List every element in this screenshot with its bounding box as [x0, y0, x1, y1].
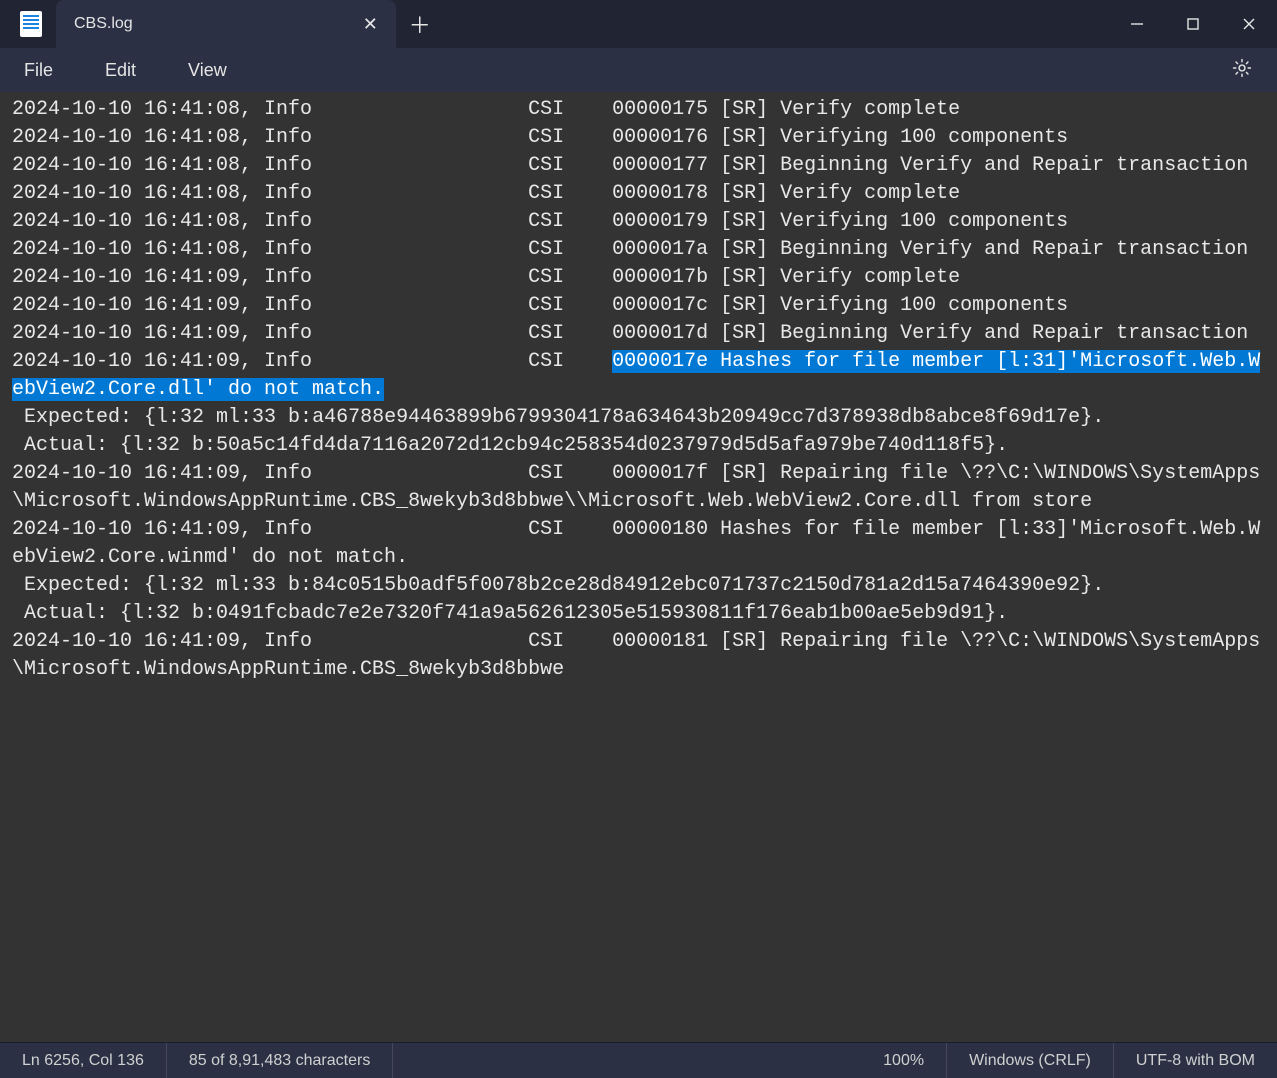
log-line: 2024-10-10 16:41:09, Info CSI 0000017c […	[12, 292, 1265, 320]
plus-icon: ＋	[409, 8, 431, 40]
log-line: Actual: {l:32 b:50a5c14fd4da7116a2072d12…	[12, 432, 1265, 460]
log-line: Actual: {l:32 b:0491fcbadc7e2e7320f741a9…	[12, 600, 1265, 628]
maximize-icon	[1186, 17, 1200, 31]
status-encoding[interactable]: UTF-8 with BOM	[1114, 1043, 1277, 1078]
gear-icon	[1231, 57, 1253, 79]
log-line-highlighted: 2024-10-10 16:41:09, Info CSI 0000017e H…	[12, 348, 1265, 404]
window-minimize-button[interactable]	[1109, 0, 1165, 48]
status-line-endings[interactable]: Windows (CRLF)	[947, 1043, 1114, 1078]
text-editor[interactable]: 2024-10-10 16:41:08, Info CSI 00000175 […	[0, 92, 1277, 1042]
minimize-icon	[1130, 17, 1144, 31]
log-line: Expected: {l:32 ml:33 b:a46788e94463899b…	[12, 404, 1265, 432]
notepad-window: CBS.log ✕ ＋ File Edit View 2024-10-10 1	[0, 0, 1277, 1078]
menu-view[interactable]: View	[172, 54, 243, 87]
notepad-app-icon	[20, 11, 42, 37]
menu-file[interactable]: File	[8, 54, 69, 87]
log-line: 2024-10-10 16:41:09, Info CSI 0000017f […	[12, 460, 1265, 516]
log-line: Expected: {l:32 ml:33 b:84c0515b0adf5f00…	[12, 572, 1265, 600]
status-zoom[interactable]: 100%	[861, 1043, 947, 1078]
tab-title: CBS.log	[74, 15, 133, 33]
menu-edit[interactable]: Edit	[89, 54, 152, 87]
log-line: 2024-10-10 16:41:08, Info CSI 00000175 […	[12, 96, 1265, 124]
window-maximize-button[interactable]	[1165, 0, 1221, 48]
settings-button[interactable]	[1225, 51, 1259, 90]
new-tab-button[interactable]: ＋	[396, 0, 444, 48]
log-text: 2024-10-10 16:41:09, Info CSI	[12, 350, 612, 373]
log-line: 2024-10-10 16:41:09, Info CSI 00000180 H…	[12, 516, 1265, 572]
status-char-count[interactable]: 85 of 8,91,483 characters	[167, 1043, 393, 1078]
tab-active[interactable]: CBS.log ✕	[56, 0, 396, 48]
log-line: 2024-10-10 16:41:08, Info CSI 00000179 […	[12, 208, 1265, 236]
menubar: File Edit View	[0, 48, 1277, 92]
window-close-button[interactable]	[1221, 0, 1277, 48]
titlebar: CBS.log ✕ ＋	[0, 0, 1277, 48]
log-line: 2024-10-10 16:41:08, Info CSI 00000176 […	[12, 124, 1265, 152]
log-line: 2024-10-10 16:41:09, Info CSI 0000017b […	[12, 264, 1265, 292]
statusbar: Ln 6256, Col 136 85 of 8,91,483 characte…	[0, 1042, 1277, 1078]
log-line: 2024-10-10 16:41:08, Info CSI 00000177 […	[12, 152, 1265, 180]
log-line: 2024-10-10 16:41:08, Info CSI 00000178 […	[12, 180, 1265, 208]
status-cursor-pos[interactable]: Ln 6256, Col 136	[0, 1043, 167, 1078]
close-tab-icon[interactable]: ✕	[363, 14, 378, 35]
log-line: 2024-10-10 16:41:09, Info CSI 00000181 […	[12, 628, 1265, 684]
log-line: 2024-10-10 16:41:09, Info CSI 0000017d […	[12, 320, 1265, 348]
log-line: 2024-10-10 16:41:08, Info CSI 0000017a […	[12, 236, 1265, 264]
close-icon	[1242, 17, 1256, 31]
